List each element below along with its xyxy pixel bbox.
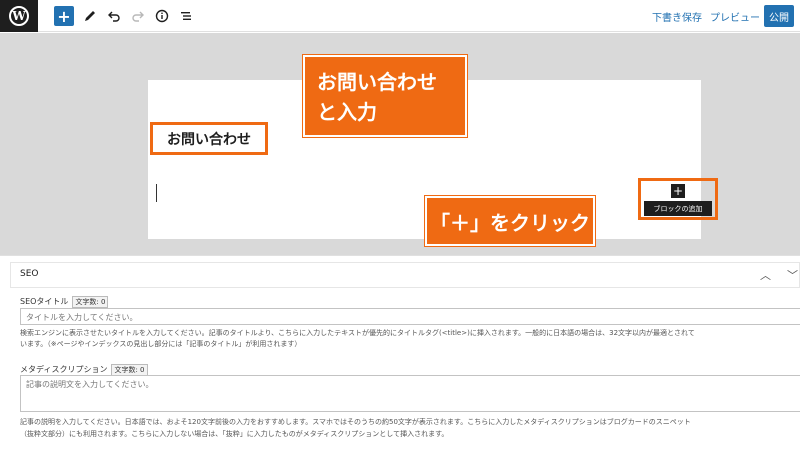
add-block-button[interactable]: + — [54, 6, 74, 26]
info-icon[interactable] — [152, 6, 172, 26]
undo-icon[interactable] — [104, 6, 124, 26]
seo-title-label: SEOタイトル 文字数: 0 — [20, 296, 109, 308]
seo-title-help-1: 検索エンジンに表示させたいタイトルを入力してください。記事のタイトルより、こちら… — [20, 329, 695, 337]
text-caret — [156, 184, 157, 202]
wordpress-logo-button[interactable]: W — [0, 0, 38, 32]
callout-click-plus: 「＋」をクリック — [425, 196, 595, 246]
seo-title-help-2: います。（※ページやインデックスの見出し部分には「記事のタイトル」が利用されます… — [20, 340, 302, 348]
seo-panel-header[interactable] — [10, 262, 800, 288]
callout-type-heading: お問い合わせ と入力 — [303, 55, 467, 137]
seo-title-label-text: SEOタイトル — [20, 297, 69, 306]
meta-description-textarea[interactable]: 記事の説明文を入力してください。 — [20, 375, 800, 412]
inserter-tooltip: ブロックの追加 — [644, 201, 712, 216]
save-draft-link[interactable]: 下書き保存 — [652, 9, 702, 24]
publish-button[interactable]: 公開 — [764, 5, 794, 27]
meta-description-label-text: メタディスクリプション — [20, 365, 108, 374]
callout-line-1: お問い合わせ — [317, 70, 437, 94]
heading-block[interactable]: お問い合わせ — [150, 122, 268, 155]
editor-toolbar: W + 下書き保存 プレビュー 公開 — [0, 0, 800, 32]
chevron-down-icon[interactable]: ﹀ — [787, 267, 798, 283]
tools-pen-icon[interactable] — [80, 6, 100, 26]
meta-description-help-1: 記事の説明を入力してください。日本語では、およそ120文字前後の入力をおすすめし… — [20, 418, 691, 426]
wordpress-icon: W — [9, 6, 29, 26]
redo-icon[interactable] — [128, 6, 148, 26]
preview-link[interactable]: プレビュー — [710, 9, 760, 24]
block-inserter-button[interactable]: + — [671, 184, 685, 198]
callout-line-2: と入力 — [317, 100, 377, 124]
meta-description-help-2: （抜粋文部分）にも利用されます。こちらに入力しない場合は、「抜粋」に入力したもの… — [20, 430, 449, 438]
list-view-icon[interactable] — [176, 6, 196, 26]
seo-title-count-badge: 文字数: 0 — [72, 296, 109, 308]
seo-panel-title: SEO — [20, 269, 39, 279]
chevron-up-icon[interactable]: ︿ — [760, 267, 771, 283]
seo-title-input[interactable]: タイトルを入力してください。 — [20, 308, 800, 325]
